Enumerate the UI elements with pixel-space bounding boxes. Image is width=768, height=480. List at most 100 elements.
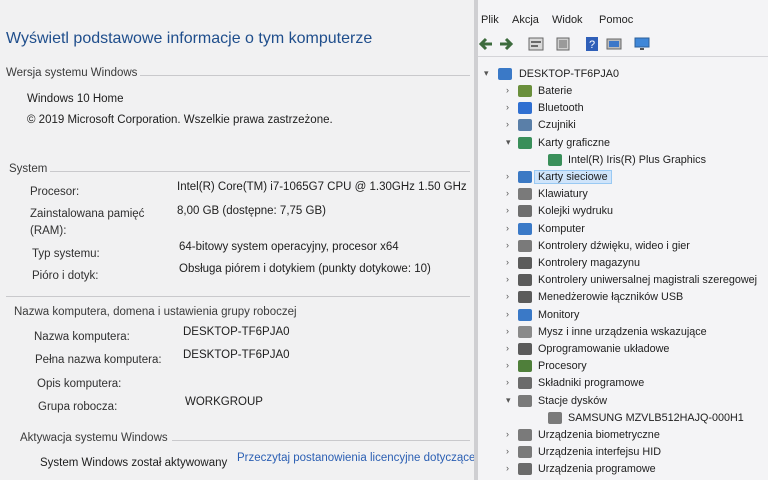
tree-item-label: Intel(R) Iris(R) Plus Graphics [568,153,706,166]
tree-item-label: Karty sieciowe [534,170,612,184]
ram-label: Zainstalowana pamięć [30,208,145,220]
copyright-text: © 2019 Microsoft Corporation. Wszelkie p… [27,114,333,126]
tree-item-label: Czujniki [538,119,576,132]
usb-connector-icon [518,291,532,304]
expand-arrow-icon[interactable]: › [506,360,514,370]
properties-icon[interactable] [528,36,544,52]
svg-text:?: ? [589,39,595,51]
processor-label: Procesor: [30,186,80,198]
tree-item-label: SAMSUNG MZVLB512HAJQ-000H1 [568,411,744,424]
disk-drive-icon [548,411,562,424]
tree-item-label: Kontrolery dźwięku, wideo i gier [538,239,690,252]
firmware-icon [518,343,532,355]
pen-touch-value: Obsługa piórem i dotykiem (punkty dotyko… [179,263,431,275]
expand-arrow-icon[interactable]: › [506,119,514,129]
printer-icon [518,205,532,218]
menu-help[interactable]: Pomoc [599,14,633,26]
expand-arrow-icon[interactable]: › [506,257,514,267]
full-computer-name-label: Pełna nazwa komputera: [35,354,162,366]
expand-arrow-icon[interactable]: › [506,377,514,387]
tree-item-label: Kontrolery uniwersalnej magistrali szere… [538,274,758,287]
system-properties-window: Wyświetl podstawowe informacje o tym kom… [0,0,476,480]
collapse-arrow-icon[interactable]: ▾ [506,395,514,406]
expand-arrow-icon[interactable]: › [506,343,514,353]
section-divider [140,75,470,76]
expand-arrow-icon[interactable]: › [506,463,514,473]
expand-arrow-icon[interactable]: › [506,429,514,439]
monitor-icon[interactable] [634,36,650,52]
processor-value: Intel(R) Core(TM) i7-1065G7 CPU @ 1.30GH… [177,181,467,193]
expand-arrow-icon[interactable]: › [506,205,514,215]
help-icon[interactable]: ? [584,36,600,52]
windows-edition-heading: Wersja systemu Windows [6,67,138,79]
expand-arrow-icon[interactable]: › [506,102,514,112]
storage-controller-icon [518,257,532,269]
ram-value: 8,00 GB (dostępne: 7,75 GB) [177,205,326,217]
expand-arrow-icon[interactable]: › [506,446,514,456]
update-driver-icon[interactable] [606,36,622,52]
usb-icon [518,274,532,287]
tree-item-label: Karty graficzne [538,136,611,149]
disk-drive-icon [518,394,532,407]
tree-item-label: Oprogramowanie układowe [538,343,670,355]
section-divider [6,296,470,297]
tree-item-label: Menedżerowie łączników USB [538,291,684,304]
monitor-icon [518,308,532,321]
tree-item-label: Urządzenia biometryczne [538,429,660,441]
collapse-arrow-icon[interactable]: ▾ [506,137,514,148]
tree-item-label: Baterie [538,85,573,97]
toolbar: ? [478,32,768,57]
expand-arrow-icon[interactable]: › [506,85,514,95]
section-divider [172,440,470,441]
expand-arrow-icon[interactable]: › [506,326,514,336]
system-type-value: 64-bitowy system operacyjny, procesor x6… [179,241,399,253]
menu-action[interactable]: Akcja [512,14,539,26]
device-manager-window: Plik Akcja Widok Pomoc ? ▾ DESKTOP-TF6PJ… [478,0,768,480]
software-device-icon [518,463,532,476]
license-terms-link[interactable]: Przeczytaj postanowienia licencyjne doty… [237,452,476,464]
tree-item-label: Składniki programowe [538,377,645,390]
computer-name-label: Nazwa komputera: [34,331,130,343]
expand-arrow-icon[interactable]: › [506,291,514,301]
tree-item-label: Klawiatury [538,188,588,201]
workgroup-label: Grupa robocza: [38,401,118,413]
expand-arrow-icon[interactable]: › [506,188,514,198]
biometric-icon [518,429,532,441]
activation-heading: Aktywacja systemu Windows [20,432,168,444]
computer-icon [498,68,512,80]
tree-item-label: Mysz i inne urządzenia wskazujące [538,325,707,338]
display-adapter-icon [548,153,562,166]
expand-arrow-icon[interactable]: › [506,223,514,233]
computer-icon [518,222,532,235]
sensor-icon [518,119,532,132]
keyboard-icon [518,188,532,201]
workgroup-value: WORKGROUP [185,396,263,408]
pen-touch-label: Pióro i dotyk: [32,270,99,282]
page-title: Wyświetl podstawowe informacje o tym kom… [6,30,373,47]
activation-status: System Windows został aktywowany [40,457,228,469]
computer-name-value: DESKTOP-TF6PJA0 [183,326,290,338]
expand-arrow-icon[interactable]: › [506,274,514,284]
full-computer-name-value: DESKTOP-TF6PJA0 [183,349,290,361]
expand-arrow-icon[interactable]: › [506,240,514,250]
tree-item-label: Procesory [538,360,587,373]
system-type-label: Typ systemu: [32,248,100,260]
tree-item-label: Urządzenia programowe [538,463,656,476]
forward-arrow-icon[interactable] [498,36,514,52]
mouse-icon [518,325,532,338]
back-arrow-icon[interactable] [478,36,494,52]
software-component-icon [518,377,532,390]
tree-item-label: Kontrolery magazynu [538,257,641,269]
windows-edition: Windows 10 Home [27,93,124,105]
menu-view[interactable]: Widok [552,14,583,26]
expand-arrow-icon[interactable]: › [506,171,514,181]
expand-arrow-icon[interactable]: › [506,309,514,319]
tree-item-label: Stacje dysków [538,394,608,407]
computer-description-label: Opis komputera: [37,378,122,390]
section-divider [50,171,470,172]
ram-label-unit: (RAM): [30,225,67,237]
device-list-icon[interactable] [555,36,571,52]
tree-item-label: Komputer [538,222,585,235]
tree-item-label: Urządzenia interfejsu HID [538,446,662,459]
menu-file[interactable]: Plik [481,14,499,26]
